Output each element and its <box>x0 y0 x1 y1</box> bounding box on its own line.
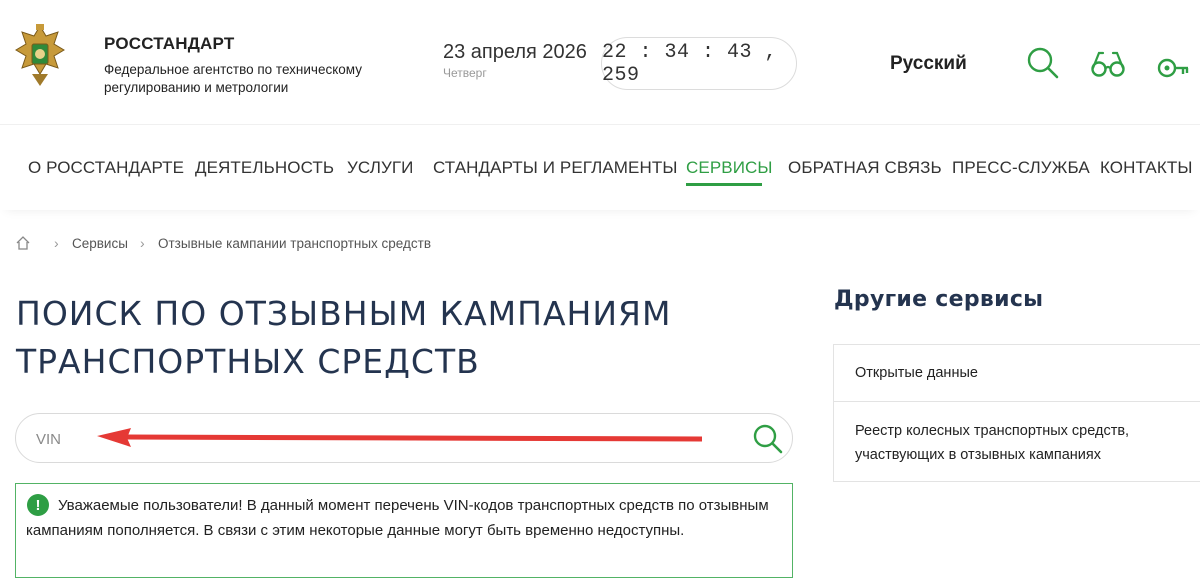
chevron-right-icon: › <box>140 235 145 251</box>
breadcrumb-services[interactable]: Сервисы <box>72 236 128 251</box>
nav-item-activity[interactable]: ДЕЯТЕЛЬНОСТЬ <box>195 158 334 178</box>
sidebar-services-list: Открытые данные Реестр колесных транспор… <box>833 344 1200 482</box>
nav-item-services-gov[interactable]: УСЛУГИ <box>347 158 414 178</box>
search-icon[interactable] <box>1025 44 1061 82</box>
clock: 22 : 34 : 43 , 259 <box>601 37 797 90</box>
nav-item-press[interactable]: ПРЕСС-СЛУЖБА <box>952 158 1090 178</box>
page-title-line1: ПОИСК ПО ОТЗЫВНЫМ КАМПАНИЯМ <box>16 294 672 333</box>
nav-item-about[interactable]: О РОССТАНДАРТЕ <box>28 158 184 178</box>
breadcrumb-current: Отзывные кампании транспортных средств <box>158 236 431 251</box>
language-switcher[interactable]: Русский <box>890 53 967 75</box>
page-title: ПОИСК ПО ОТЗЫВНЫМ КАМПАНИЯМ ТРАНСПОРТНЫХ… <box>16 290 776 386</box>
current-date: 23 апреля 2026 <box>443 41 587 63</box>
sidebar-title: Другие сервисы <box>834 287 1044 312</box>
nav-item-contacts[interactable]: КОНТАКТЫ <box>1100 158 1193 178</box>
key-icon[interactable] <box>1155 44 1191 82</box>
page-title-line2: ТРАНСПОРТНЫХ СРЕДСТВ <box>16 342 480 381</box>
sidebar-item-vehicle-registry[interactable]: Реестр колесных транспортных средств, уч… <box>855 419 1185 467</box>
org-subtitle: Федеральное агентство по техническому ре… <box>104 62 362 95</box>
glasses-icon[interactable] <box>1090 44 1126 82</box>
nav-active-underline <box>686 183 762 186</box>
nav-item-feedback[interactable]: ОБРАТНАЯ СВЯЗЬ <box>788 158 942 178</box>
nav-item-standards[interactable]: СТАНДАРТЫ И РЕГЛАМЕНТЫ <box>433 158 678 178</box>
current-weekday: Четверг <box>443 66 487 80</box>
chevron-right-icon: › <box>54 235 59 251</box>
nav-item-services[interactable]: СЕРВИСЫ <box>686 158 773 178</box>
site-header: РОССТАНДАРТ Федеральное агентство по тех… <box>0 0 1200 124</box>
emblem-logo[interactable] <box>14 22 66 88</box>
red-arrow-annotation <box>97 428 705 448</box>
org-title[interactable]: РОССТАНДАРТ <box>104 34 234 54</box>
divider <box>834 401 1200 402</box>
notice-box: ! Уважаемые пользователи! В данный момен… <box>15 483 793 578</box>
home-icon[interactable] <box>15 235 31 251</box>
sidebar-item-open-data[interactable]: Открытые данные <box>855 365 978 381</box>
notice-text: Уважаемые пользователи! В данный момент … <box>26 497 769 539</box>
main-nav: О РОССТАНДАРТЕ ДЕЯТЕЛЬНОСТЬ УСЛУГИ СТАНД… <box>0 124 1200 210</box>
search-icon[interactable] <box>751 422 785 456</box>
